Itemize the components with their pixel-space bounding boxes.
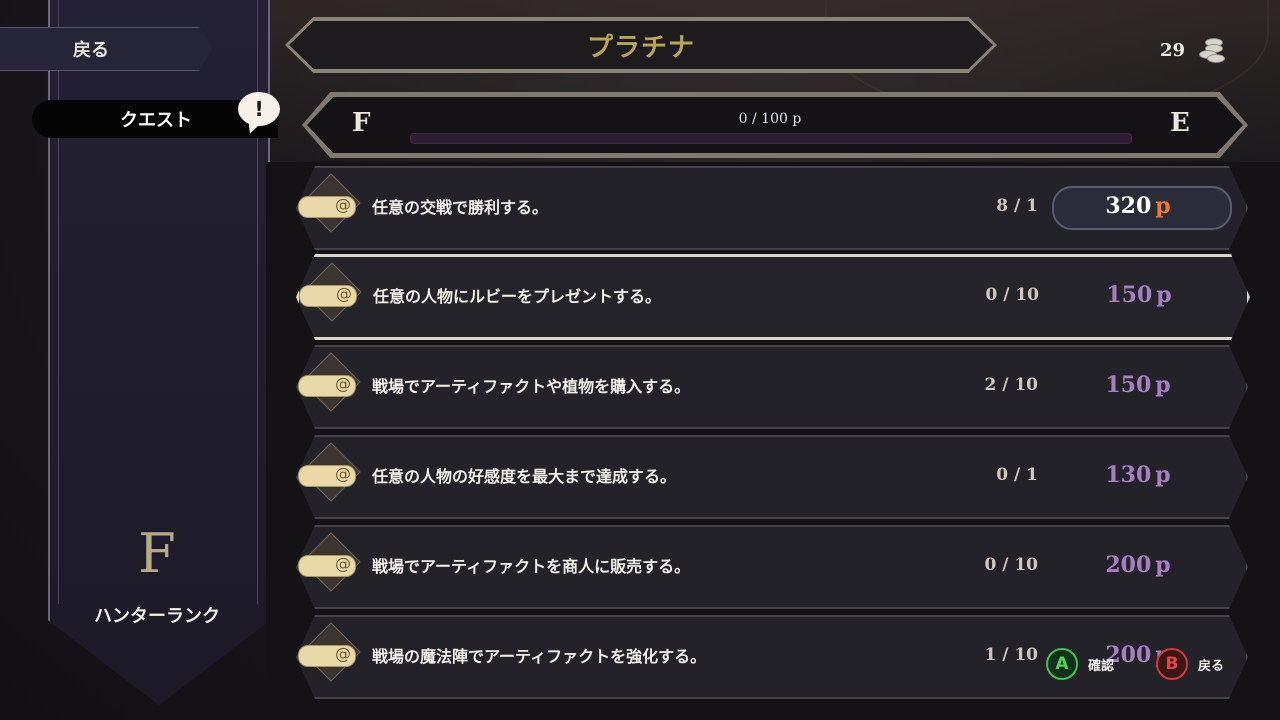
quest-row[interactable]: 戦場でアーティファクトを商人に販売する。 0 / 10 200p xyxy=(296,525,1248,609)
confirm-hint[interactable]: A 確認 xyxy=(1046,648,1114,680)
quest-progress: 0 / 10 xyxy=(985,285,1039,305)
rank-progress-bar xyxy=(410,133,1132,144)
quest-progress: 8 / 1 xyxy=(996,196,1038,216)
reward-points: 150 xyxy=(1106,282,1153,308)
quest-text: 任意の人物にルビーをプレゼントする。 xyxy=(373,287,662,306)
scroll-icon xyxy=(296,442,361,503)
reward-unit: p xyxy=(1155,462,1171,488)
back-tab-label: 戻る xyxy=(73,40,109,61)
quest-progress: 1 / 10 xyxy=(984,645,1038,665)
quest-row[interactable]: 任意の交戦で勝利する。 8 / 1 320p xyxy=(296,166,1248,250)
hunter-rank-letter: F xyxy=(138,522,176,585)
page-title: プラチナ xyxy=(586,32,695,63)
reward-unit: p xyxy=(1155,372,1171,398)
back-hint[interactable]: B 戻る xyxy=(1156,648,1224,680)
quest-text: 戦場でアーティファクトや植物を購入する。 xyxy=(372,377,691,396)
reward-unit: p xyxy=(1155,552,1171,578)
scroll-icon xyxy=(296,532,361,593)
quest-reward: 200p xyxy=(1058,527,1218,603)
back-tab[interactable]: 戻る xyxy=(0,27,212,71)
reward-unit: p xyxy=(1155,193,1171,219)
reward-points: 150 xyxy=(1105,372,1152,398)
reward-unit: p xyxy=(1156,282,1172,308)
scroll-icon xyxy=(297,262,362,323)
quest-row[interactable]: 戦場でアーティファクトや植物を購入する。 2 / 10 150p xyxy=(296,345,1248,429)
currency-display: 29 xyxy=(1160,36,1226,64)
quest-reward: 130 p xyxy=(1058,437,1218,513)
quest-progress: 2 / 10 xyxy=(984,375,1038,395)
current-rank-letter: F xyxy=(352,108,371,138)
quest-reward: 150 p xyxy=(1058,347,1218,423)
alert-bubble-icon: ! xyxy=(238,92,280,126)
quest-reward: 320 p xyxy=(1058,168,1218,244)
quest-progress: 0 / 1 xyxy=(996,465,1038,485)
back-label: 戻る xyxy=(1198,658,1225,674)
quest-text: 戦場の魔法陣でアーティファクトを強化する。 xyxy=(372,647,707,666)
reward-points: 200 xyxy=(1105,552,1152,578)
alert-mark: ! xyxy=(254,97,264,121)
hunter-rank-label: ハンターランク xyxy=(94,606,220,627)
quest-row[interactable]: 任意の人物にルビーをプレゼントする。 0 / 10 150p xyxy=(296,254,1250,340)
next-rank-letter: E xyxy=(1170,108,1190,138)
b-button-icon: B xyxy=(1156,648,1188,680)
scroll-icon xyxy=(296,622,361,683)
title-bar: プラチナ xyxy=(289,21,993,69)
quest-text: 任意の人物の好感度を最大まで達成する。 xyxy=(372,467,677,486)
currency-amount: 29 xyxy=(1160,39,1186,61)
coin-stack-icon xyxy=(1195,36,1226,64)
a-button-icon: A xyxy=(1046,648,1078,680)
reward-points: 130 xyxy=(1105,462,1152,488)
quest-text: 任意の交戦で勝利する。 xyxy=(372,198,549,217)
quest-row[interactable]: 任意の人物の好感度を最大まで達成する。 0 / 1 130p xyxy=(296,435,1248,519)
quest-text: 戦場でアーティファクトを商人に販売する。 xyxy=(372,557,691,576)
scroll-icon xyxy=(296,173,361,234)
quest-reward: 150 p xyxy=(1059,257,1219,333)
confirm-label: 確認 xyxy=(1088,658,1115,674)
scroll-icon xyxy=(296,352,361,413)
rank-progress-text: 0 / 100 p xyxy=(738,111,802,127)
tab-quest-label: クエスト xyxy=(120,110,192,131)
quest-progress: 0 / 10 xyxy=(984,555,1038,575)
reward-points: 320 xyxy=(1105,193,1152,219)
